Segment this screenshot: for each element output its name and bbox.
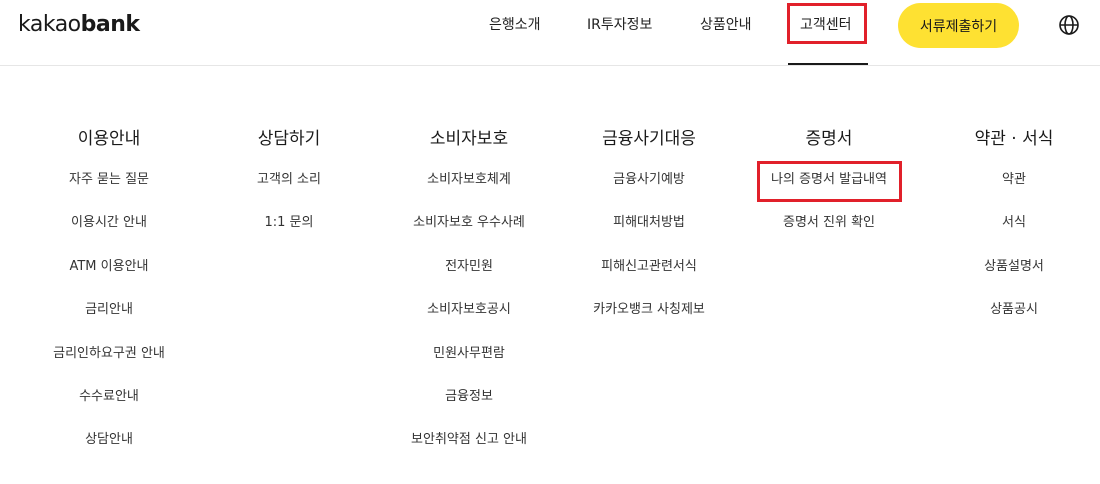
menu-link-fees[interactable]: 수수료안내 (9, 387, 209, 430)
menu-link-damage-report-forms[interactable]: 피해신고관련서식 (549, 257, 749, 300)
nav-active-underline (788, 63, 868, 65)
menu-link-financial-info[interactable]: 금융정보 (369, 387, 569, 430)
top-header: kakaobank 은행소개 IR투자정보 상품안내 고객센터 서류제출하기 (0, 0, 1100, 66)
menu-link-certificate-verification[interactable]: 증명서 진위 확인 (729, 213, 929, 256)
menu-column-title: 금융사기대응 (602, 129, 696, 149)
menu-link-one-on-one-inquiry[interactable]: 1:1 문의 (189, 213, 389, 256)
menu-link-impersonation-report[interactable]: 카카오뱅크 사칭제보 (549, 300, 749, 343)
menu-link-consultation-guide[interactable]: 상담안내 (9, 430, 209, 473)
logo-text-kakao: kakao (18, 12, 81, 37)
menu-link-damage-response[interactable]: 피해대처방법 (549, 213, 749, 256)
menu-column-title: 상담하기 (257, 129, 321, 149)
menu-column-title: 약관 · 서식 (974, 129, 1054, 149)
menu-link-product-description[interactable]: 상품설명서 (914, 257, 1100, 300)
menu-link-interest-rates[interactable]: 금리안내 (9, 300, 209, 343)
menu-column-consumer-protection: 소비자보호 소비자보호체계 소비자보호 우수사례 전자민원 소비자보호공시 민원… (369, 126, 569, 474)
menu-link-electronic-complaints[interactable]: 전자민원 (369, 257, 569, 300)
menu-link-protection-best-cases[interactable]: 소비자보호 우수사례 (369, 213, 569, 256)
menu-link-complaint-handbook[interactable]: 민원사무편람 (369, 344, 569, 387)
menu-link-service-hours[interactable]: 이용시간 안내 (9, 213, 209, 256)
menu-link-protection-system[interactable]: 소비자보호체계 (369, 170, 569, 213)
menu-link-terms[interactable]: 약관 (914, 170, 1100, 213)
menu-link-vulnerability-report[interactable]: 보안취약점 신고 안내 (369, 430, 569, 473)
menu-link-faq[interactable]: 자주 묻는 질문 (9, 170, 209, 213)
menu-link-rate-reduction-right[interactable]: 금리인하요구권 안내 (9, 344, 209, 387)
menu-column-fraud-response: 금융사기대응 금융사기예방 피해대처방법 피해신고관련서식 카카오뱅크 사칭제보 (549, 126, 749, 344)
nav-ir-info[interactable]: IR투자정보 (587, 14, 652, 36)
menu-link-customer-voice[interactable]: 고객의 소리 (189, 170, 389, 213)
menu-link-protection-disclosure[interactable]: 소비자보호공시 (369, 300, 569, 343)
nav-products[interactable]: 상품안내 (700, 14, 752, 36)
menu-link-atm-guide[interactable]: ATM 이용안내 (9, 257, 209, 300)
kakaobank-logo[interactable]: kakaobank (18, 12, 140, 37)
menu-column-consultation: 상담하기 고객의 소리 1:1 문의 (189, 126, 389, 257)
logo-text-bank: bank (80, 12, 140, 37)
nav-highlight-box (787, 3, 867, 44)
menu-column-title: 소비자보호 (429, 129, 509, 149)
globe-icon[interactable] (1058, 14, 1080, 36)
submit-documents-button[interactable]: 서류제출하기 (898, 3, 1019, 48)
nav-bank-intro[interactable]: 은행소개 (489, 14, 541, 36)
menu-link-forms[interactable]: 서식 (914, 213, 1100, 256)
menu-column-title: 증명서 (805, 129, 853, 149)
certificate-link-highlight-box (757, 161, 902, 202)
menu-link-fraud-prevention[interactable]: 금융사기예방 (549, 170, 749, 213)
menu-column-terms-forms: 약관 · 서식 약관 서식 상품설명서 상품공시 (914, 126, 1100, 344)
menu-column-title: 이용안내 (77, 129, 141, 149)
menu-column-usage-guide: 이용안내 자주 묻는 질문 이용시간 안내 ATM 이용안내 금리안내 금리인하… (9, 126, 209, 474)
menu-link-product-disclosure[interactable]: 상품공시 (914, 300, 1100, 343)
